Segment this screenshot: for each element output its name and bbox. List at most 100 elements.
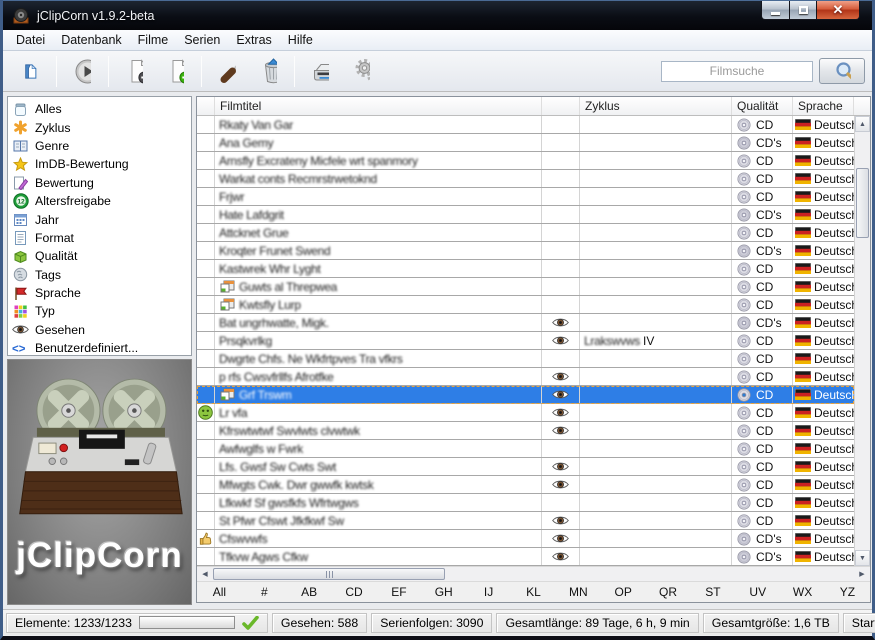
table-row[interactable]: Lfs. Gwsf Sw Cwts SwtCDDeutsch [197,458,854,476]
maximize-button[interactable] [790,1,817,20]
alpha-filter-hash[interactable]: # [242,585,287,599]
alpha-filter-wx[interactable]: WX [780,585,825,599]
sidebar-item-format[interactable]: Format [8,229,191,247]
row-seen-cell [542,134,580,151]
table-row[interactable]: Warkat conts RecmrstrwetokndCDDeutsch [197,170,854,188]
trash-button[interactable] [248,53,289,90]
menu-item-serien[interactable]: Serien [176,31,228,49]
scan-button[interactable] [300,53,341,90]
alpha-filter-qr[interactable]: QR [646,585,691,599]
row-status-cell [197,530,215,547]
menu-item-hilfe[interactable]: Hilfe [280,31,321,49]
sidebar-item-altersfreigabe[interactable]: 12Altersfreigabe [8,192,191,210]
sidebar-item-typ[interactable]: Typ [8,302,191,320]
calendar-icon [12,212,29,227]
table-row[interactable]: Lfkwkf Sf gwsfkfs WfrtwgwsCDDeutsch [197,494,854,512]
table-row[interactable]: Arnsfly Excrateny Micfele wrt spanmoryCD… [197,152,854,170]
menu-item-filme[interactable]: Filme [130,31,177,49]
table-row[interactable]: Grf TrswmCDDeutsch [197,386,854,404]
table-row[interactable]: PrsqkvrlkgLrakswvwsIVCDDeutsch [197,332,854,350]
alpha-filter-gh[interactable]: GH [421,585,466,599]
sidebar-item-label: Altersfreigabe [35,194,111,208]
scroll-down-arrow[interactable]: ▼ [855,550,870,566]
search-input[interactable] [661,61,813,82]
menu-item-datei[interactable]: Datei [8,31,53,49]
column-header-filmtitel[interactable]: Filmtitel [215,97,542,115]
alpha-filter-ij[interactable]: IJ [466,585,511,599]
table-row[interactable]: FrjwrCDDeutsch [197,188,854,206]
movie-title: Attcknet Grue [219,226,288,240]
sidebar-item-sprache[interactable]: Sprache [8,284,191,302]
scroll-left-arrow[interactable]: ◀ [197,567,213,581]
search-button[interactable] [819,58,865,84]
table-row[interactable]: Guwts al ThrepweaCDDeutsch [197,278,854,296]
column-header-seen[interactable] [542,97,580,115]
alpha-filter-cd[interactable]: CD [332,585,377,599]
column-header-qualitaet[interactable]: Qualität [732,97,793,115]
table-row[interactable]: Dwgrte Chfs. Ne Wkfrtpves Tra vfkrsCDDeu… [197,350,854,368]
alpha-filter-kl[interactable]: KL [511,585,556,599]
column-header-status[interactable] [197,97,215,115]
column-header-sprache[interactable]: Sprache [793,97,854,115]
add-movie-button[interactable] [114,53,155,90]
sidebar-item-imdb-bewertung[interactable]: ImDB-Bewertung [8,155,191,173]
horizontal-scrollbar[interactable]: ◀ ▶ [197,566,870,581]
row-zyklus-cell [580,134,732,151]
table-row[interactable]: Attcknet GrueCDDeutsch [197,224,854,242]
table-row[interactable]: Ana GemyCD'sDeutsch [197,134,854,152]
add-series-button[interactable] [155,53,196,90]
row-language-cell: Deutsch [793,116,854,133]
open-database-button[interactable] [10,53,51,90]
menu-item-datenbank[interactable]: Datenbank [53,31,129,49]
minimize-button[interactable] [761,1,790,20]
zyklus-number: IV [643,334,654,348]
sidebar-item-benutzerdefiniert-[interactable]: <>Benutzerdefiniert... [8,339,191,356]
table-row[interactable]: Kfrswtwtwf Swvlwts clvwtwkCDDeutsch [197,422,854,440]
alpha-filter-mn[interactable]: MN [556,585,601,599]
table-row[interactable]: Kroqter Frunet SwendCD'sDeutsch [197,242,854,260]
vertical-scrollbar[interactable]: ▲ ▼ [854,116,870,566]
sidebar-item-alles[interactable]: Alles [8,100,191,118]
status-text: Serienfolgen: 3090 [380,616,483,630]
table-row[interactable]: Kastwrek Whr LyghtCDDeutsch [197,260,854,278]
menu-item-extras[interactable]: Extras [228,31,279,49]
row-language-cell: Deutsch [793,278,854,295]
table-row[interactable]: p rfs Cwsvfrllfs AfrotfkeCDDeutsch [197,368,854,386]
play-button[interactable] [62,53,103,90]
alpha-filter-ef[interactable]: EF [376,585,421,599]
alpha-filter-yz[interactable]: YZ [825,585,870,599]
sidebar-item-qualit-t[interactable]: Qualität [8,247,191,265]
sidebar-item-jahr[interactable]: Jahr [8,210,191,228]
table-row[interactable]: Tfkvw Agws CfkwCD'sDeutsch [197,548,854,566]
table-row[interactable]: Bat ungrhwatte, Migk.CD'sDeutsch [197,314,854,332]
sidebar-item-genre[interactable]: Genre [8,137,191,155]
tools-button[interactable] [207,53,248,90]
sidebar-item-tags[interactable]: Tags [8,266,191,284]
alpha-filter-op[interactable]: OP [601,585,646,599]
sidebar-item-zyklus[interactable]: Zyklus [8,118,191,136]
sidebar-item-bewertung[interactable]: Bewertung [8,174,191,192]
table-row[interactable]: Mfwgts Cwk. Dwr gwwfk kwtskCDDeutsch [197,476,854,494]
settings-button[interactable] [341,53,382,90]
table-row[interactable]: St Pfwr Cfswt Jfkfkwf SwCDDeutsch [197,512,854,530]
table-row[interactable]: Rkaty Van GarCDDeutsch [197,116,854,134]
vertical-scroll-thumb[interactable] [856,168,869,238]
movie-title: Prsqkvrlkg [219,334,272,348]
quality-label: CD's [756,550,782,564]
table-row[interactable]: Awfwglfs w FwrkCDDeutsch [197,440,854,458]
alpha-filter-all[interactable]: All [197,585,242,599]
close-button[interactable]: ✕ [817,1,860,20]
table-row[interactable]: Hate LafdgritCD'sDeutsch [197,206,854,224]
sidebar-item-gesehen[interactable]: Gesehen [8,321,191,339]
horizontal-scroll-thumb[interactable] [213,568,445,580]
scroll-up-arrow[interactable]: ▲ [855,116,870,132]
table-row[interactable]: Kwtsfly LurpCDDeutsch [197,296,854,314]
alpha-filter-uv[interactable]: UV [735,585,780,599]
alpha-filter-st[interactable]: ST [690,585,735,599]
row-language-cell: Deutsch [793,332,854,349]
column-header-zyklus[interactable]: Zyklus [580,97,732,115]
alpha-filter-ab[interactable]: AB [287,585,332,599]
table-row[interactable]: Lr vfaCDDeutsch [197,404,854,422]
table-row[interactable]: CfswvwfsCD'sDeutsch [197,530,854,548]
scroll-right-arrow[interactable]: ▶ [854,567,870,581]
